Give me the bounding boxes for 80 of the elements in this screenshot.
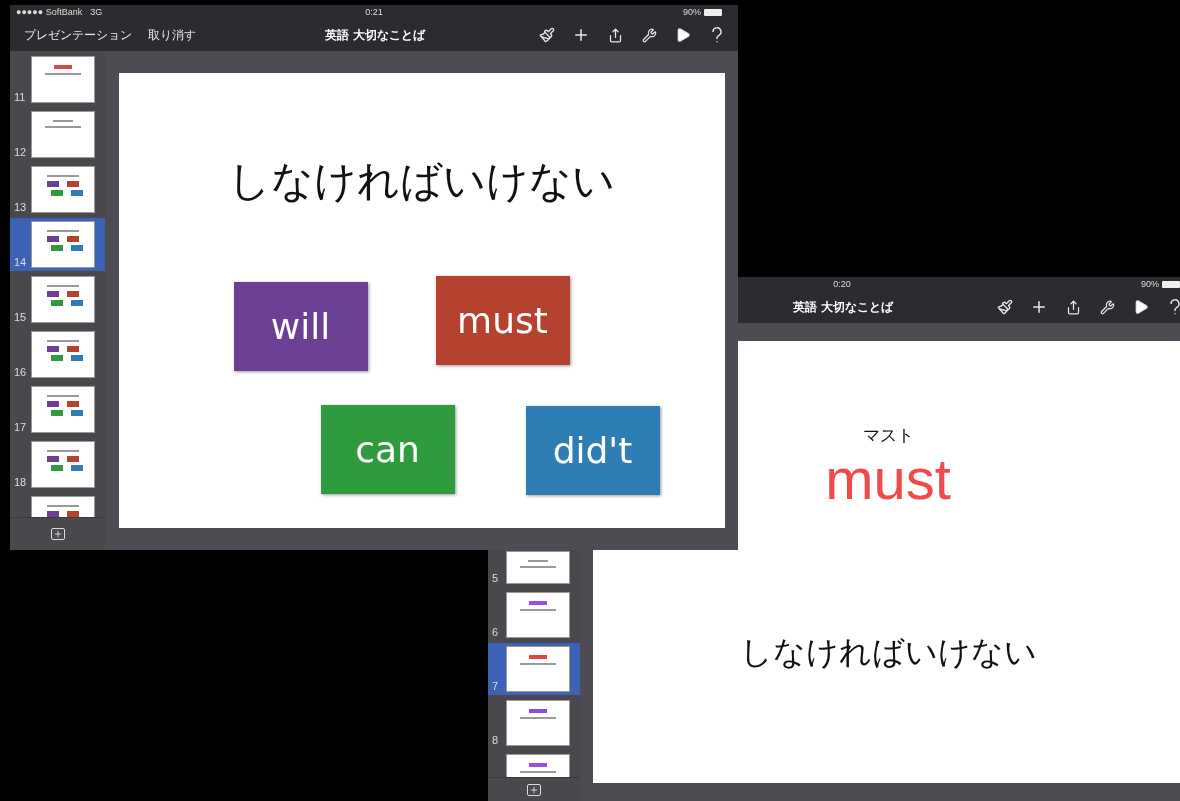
add-slide-button[interactable] xyxy=(50,528,65,540)
battery-icon xyxy=(1162,280,1180,288)
document-title: 英語 大切なことば xyxy=(324,26,426,44)
text-line xyxy=(47,230,79,232)
text-line xyxy=(47,340,79,342)
battery-text: 90% xyxy=(683,7,701,17)
text-line xyxy=(47,450,79,452)
text-line xyxy=(53,120,73,122)
carrier-text: ●●●●● SoftBank xyxy=(16,7,83,17)
slide-row[interactable]: 16 xyxy=(10,328,105,381)
slide-number: 13 xyxy=(14,201,27,213)
slide-thumbnail[interactable] xyxy=(31,276,95,323)
slide-row[interactable]: 8 xyxy=(488,697,580,749)
slide-number: 8 xyxy=(492,734,500,746)
reading-text: マスト xyxy=(862,424,914,447)
text-line xyxy=(47,505,79,507)
slide-thumbnail[interactable] xyxy=(31,441,95,488)
word-tile: did't xyxy=(525,406,660,495)
slide-number: 15 xyxy=(14,311,27,323)
slide-thumbnail[interactable] xyxy=(31,331,95,378)
wrench-icon[interactable] xyxy=(1098,298,1116,316)
slide-number: 14 xyxy=(14,256,27,268)
word-tile: can xyxy=(320,405,455,494)
slide-thumbnail[interactable] xyxy=(506,592,570,638)
text-line xyxy=(528,560,548,562)
slide-number: 12 xyxy=(14,146,27,158)
text-line xyxy=(47,395,79,397)
add-icon[interactable] xyxy=(572,26,590,44)
slide-row[interactable]: 6 xyxy=(488,589,580,641)
text-line xyxy=(520,771,556,773)
toolbar-button[interactable]: プレゼンテーション xyxy=(24,26,132,44)
slide-title: しなければいけない xyxy=(227,155,616,207)
text-line xyxy=(520,609,556,611)
slide-number: 7 xyxy=(492,680,500,692)
battery-text: 90% xyxy=(1141,279,1159,289)
slide-thumbnail[interactable] xyxy=(31,386,95,433)
text-line xyxy=(520,566,556,568)
document-title: 英語 大切なことば xyxy=(792,298,894,316)
slide-thumbnail[interactable] xyxy=(31,111,95,158)
text-line xyxy=(520,717,556,719)
add-slide-button[interactable] xyxy=(527,783,541,796)
toolbar-button[interactable]: 取り消す xyxy=(148,26,196,44)
slide-thumbnail[interactable] xyxy=(31,166,95,213)
battery-icon xyxy=(704,8,722,16)
slide-row[interactable]: 11 xyxy=(10,53,105,106)
word-tile: will xyxy=(233,282,368,371)
slide-number: 18 xyxy=(14,476,27,488)
add-icon[interactable] xyxy=(1030,298,1048,316)
slide-number: 5 xyxy=(492,572,500,584)
wrench-icon[interactable] xyxy=(640,26,658,44)
slide-number: 6 xyxy=(492,626,500,638)
slide-row[interactable]: 13 xyxy=(10,163,105,216)
slide-thumbnail[interactable] xyxy=(506,700,570,746)
slide-row[interactable]: 18 xyxy=(10,438,105,491)
slide-number: 16 xyxy=(14,366,27,378)
slide-thumbnail[interactable] xyxy=(31,221,95,268)
slide-number: 17 xyxy=(14,421,27,433)
slide-number: 11 xyxy=(14,91,27,103)
network-text: 3G xyxy=(90,7,103,17)
slide-row[interactable]: 12 xyxy=(10,108,105,161)
slide-thumbnail[interactable] xyxy=(31,56,95,103)
slide-row[interactable]: 5 xyxy=(488,548,580,587)
paintbrush-icon[interactable] xyxy=(538,26,556,44)
clock-text: 0:21 xyxy=(365,7,383,17)
text-line xyxy=(45,73,81,75)
slide-row[interactable]: 7 xyxy=(488,643,580,695)
paintbrush-icon[interactable] xyxy=(996,298,1014,316)
text-line xyxy=(47,285,79,287)
slide-row[interactable]: 17 xyxy=(10,383,105,436)
slide-thumbnail[interactable] xyxy=(506,551,570,584)
slide-row[interactable]: 14 xyxy=(10,218,105,271)
clock-text: 0:20 xyxy=(833,279,851,289)
text-line xyxy=(45,126,81,128)
word-tile: must xyxy=(435,276,570,365)
slide-row[interactable]: 15 xyxy=(10,273,105,326)
text-line xyxy=(47,175,79,177)
text-line xyxy=(520,663,556,665)
slide-word: must xyxy=(825,447,951,511)
slide-thumbnail[interactable] xyxy=(506,646,570,692)
meaning-text: しなければいけない xyxy=(739,631,1037,673)
